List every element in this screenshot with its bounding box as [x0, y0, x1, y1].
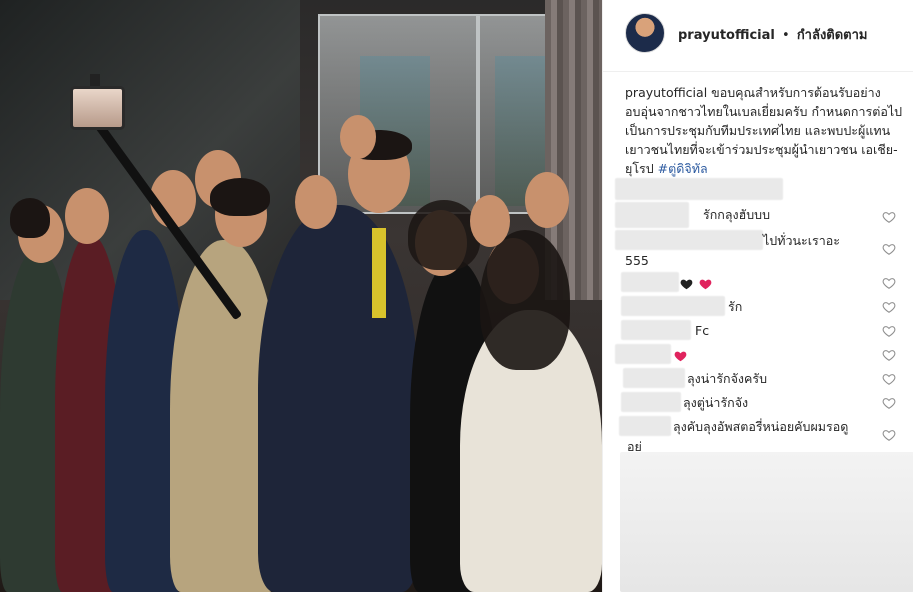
comment-text: ลุงน่ารักจังครับ — [687, 371, 768, 386]
post-photo — [0, 0, 602, 592]
heart-outline-icon[interactable] — [882, 300, 896, 314]
heart-outline-icon[interactable] — [882, 242, 896, 256]
person-head — [340, 115, 376, 159]
post-caption: prayutofficial ขอบคุณสำหรับการต้อนรับอย่… — [625, 83, 907, 178]
person — [258, 205, 418, 592]
heart-outline-icon[interactable] — [882, 324, 896, 338]
separator-dot: • — [782, 28, 790, 43]
black-heart-icon — [679, 277, 694, 291]
comment-text: 555 — [625, 253, 649, 268]
caption-username[interactable]: prayutofficial — [625, 85, 707, 100]
comment-text: ไปทั่วนะเราอะ — [763, 233, 840, 248]
heart-outline-icon[interactable] — [882, 348, 896, 362]
person-hair — [10, 198, 50, 238]
heart-outline-icon[interactable] — [882, 428, 896, 442]
yellow-tie — [372, 228, 386, 318]
blurred-username — [621, 320, 691, 340]
red-heart-icon — [698, 277, 713, 291]
blurred-username — [621, 272, 679, 292]
blurred-username — [615, 178, 783, 200]
blurred-username — [615, 230, 763, 250]
heart-outline-icon[interactable] — [882, 210, 896, 224]
comment-text: Fc — [695, 323, 710, 338]
comment-text: ลุงคับลุงอัพสตอรี่หน่อยคับผมรอดู — [673, 419, 849, 434]
heart-outline-icon[interactable] — [882, 372, 896, 386]
username-link[interactable]: prayutofficial — [678, 28, 775, 43]
comment-emoji — [673, 346, 688, 364]
blurred-username — [621, 296, 725, 316]
person-hair — [408, 200, 480, 270]
blurred-username — [615, 344, 671, 364]
following-button[interactable]: กำลังติดตาม — [797, 28, 868, 43]
post-sidebar: prayutofficial • กำลังติดตาม prayutoffic… — [602, 0, 913, 592]
person-head — [65, 188, 109, 244]
comment-text: ลุงตู่น่ารักจัง — [683, 395, 749, 410]
comment-emoji — [679, 274, 713, 292]
red-heart-icon — [673, 349, 688, 363]
avatar[interactable] — [625, 13, 665, 53]
blurred-username — [619, 416, 671, 436]
phone — [70, 86, 125, 130]
person-hair — [210, 178, 270, 216]
heart-outline-icon[interactable] — [882, 396, 896, 410]
caption-hashtag[interactable]: #ตู่ดิจิทัล — [658, 161, 708, 176]
blurred-username — [623, 368, 685, 388]
comment-text: รักกลุงฮับบบ — [703, 207, 771, 222]
blurred-username — [621, 392, 681, 412]
heart-outline-icon[interactable] — [882, 276, 896, 290]
post-header: prayutofficial • กำลังติดตาม — [603, 0, 913, 72]
comment-text: รัก — [728, 299, 743, 314]
person-hair — [480, 230, 570, 370]
username-row: prayutofficial • กำลังติดตาม — [678, 24, 868, 45]
blurred-region — [620, 452, 913, 592]
blurred-username — [615, 202, 689, 228]
person-head — [295, 175, 337, 229]
person-head — [470, 195, 510, 247]
person-head — [525, 172, 569, 228]
